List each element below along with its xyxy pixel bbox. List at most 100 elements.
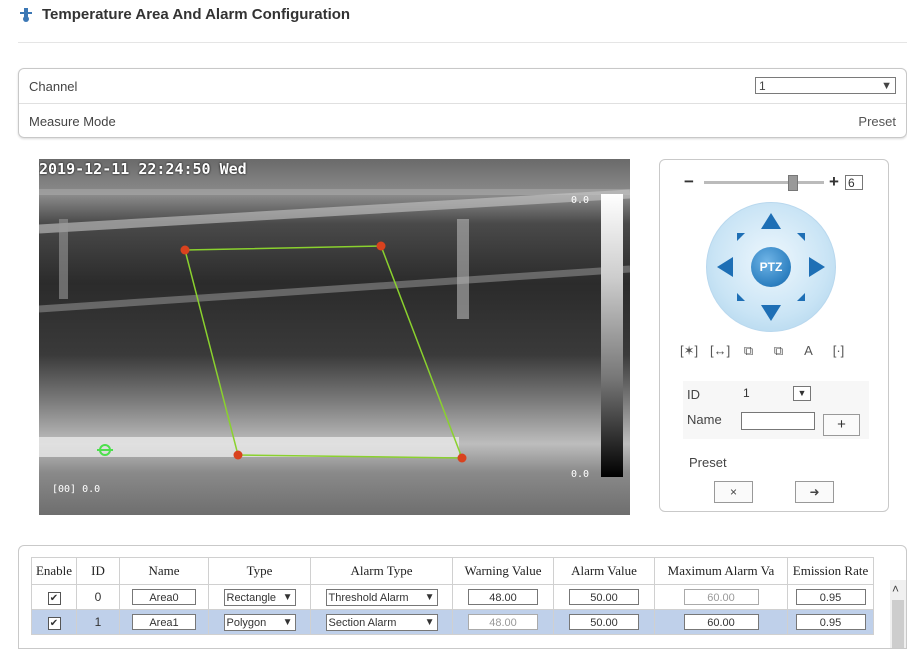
chevron-down-icon: ▼: [282, 591, 293, 603]
chevron-down-icon: ▼: [881, 80, 892, 92]
preset-id-box: ID 1 ▼ Name +: [683, 381, 869, 439]
chevron-down-icon: ▼: [424, 591, 435, 603]
thermal-video-view[interactable]: 2019-12-11 22:24:50 Wed 0.0 0.0 [00] 0.0: [39, 159, 630, 515]
ptz-down-arrow-icon[interactable]: [761, 305, 781, 321]
table-row[interactable]: ✔ 0 Area0 Rectangle ▼ Threshold Alarm ▼ 48…: [31, 584, 874, 610]
warning-value-input[interactable]: 48.00: [468, 614, 538, 630]
add-preset-button[interactable]: +: [823, 414, 860, 436]
goto-preset-button[interactable]: ➜: [795, 481, 834, 503]
column-header-max-alarm-value: Maximum Alarm Va: [654, 557, 788, 585]
row-id: 1: [76, 609, 120, 635]
area-type-select[interactable]: Rectangle ▼: [223, 588, 296, 606]
alarm-type-value: Threshold Alarm: [328, 591, 409, 604]
table-row[interactable]: ✔ 1 Area1 Polygon ▼ Section Alarm ▼ 48.00 …: [31, 609, 874, 635]
zoom-out-button[interactable]: −: [684, 172, 694, 192]
scroll-up-icon[interactable]: ˄: [892, 582, 899, 596]
zoom-control: − + 6: [684, 172, 864, 192]
scale-top-value: 0.0: [571, 195, 590, 206]
measure-mode-value: Preset: [858, 113, 896, 129]
ptz-control-panel: − + 6 PTZ [✶] [↔] ⧉ ⧉ A [·] ID 1 ▼ Name …: [659, 159, 889, 512]
config-panel: Channel 1 ▼ Measure Mode Preset: [18, 68, 907, 138]
scale-bottom-value: 0.0: [571, 469, 590, 480]
alarm-type-select[interactable]: Threshold Alarm ▼: [325, 588, 438, 606]
ptz-direction-pad: PTZ: [706, 202, 836, 332]
ptz-up-left-arrow-icon[interactable]: [737, 233, 745, 241]
header-divider: [18, 42, 907, 43]
ptz-up-right-arrow-icon[interactable]: [797, 233, 805, 241]
auto-focus-icon[interactable]: A: [800, 343, 817, 359]
column-header-alarm-type: Alarm Type: [310, 557, 453, 585]
channel-row: Channel 1 ▼: [19, 69, 906, 104]
column-header-emission-rate: Emission Rate: [787, 557, 874, 585]
iris-close-icon[interactable]: ⧉: [770, 343, 787, 359]
ptz-center-button[interactable]: PTZ: [751, 247, 791, 287]
enable-checkbox[interactable]: ✔: [47, 616, 61, 630]
column-header-enable: Enable: [31, 557, 77, 585]
zoom-step-input[interactable]: 6: [845, 175, 863, 190]
delete-preset-button[interactable]: ×: [714, 481, 753, 503]
zoom-slider-handle[interactable]: [788, 175, 798, 191]
id-label: ID: [687, 387, 700, 402]
ptz-left-arrow-icon[interactable]: [717, 257, 733, 277]
one-push-focus-icon[interactable]: [·]: [830, 343, 847, 359]
focus-far-icon[interactable]: [↔]: [710, 343, 730, 359]
max-alarm-value-input[interactable]: 60.00: [683, 614, 759, 630]
iris-open-icon[interactable]: ⧉: [740, 343, 757, 359]
chevron-down-icon: ▼: [424, 616, 435, 628]
polygon-vertex[interactable]: [180, 245, 190, 255]
ptz-down-left-arrow-icon[interactable]: [737, 293, 745, 301]
measure-area-polygon[interactable]: [184, 245, 464, 459]
preset-id-select[interactable]: 1 ▼: [743, 386, 811, 401]
row-id: 0: [76, 584, 120, 610]
column-header-name: Name: [119, 557, 209, 585]
measure-mode-row: Measure Mode Preset: [19, 104, 906, 138]
polygon-vertex[interactable]: [233, 450, 243, 460]
area-temperature-readout: [00] 0.0: [52, 484, 101, 495]
polygon-vertex[interactable]: [457, 453, 467, 463]
video-timestamp: 2019-12-11 22:24:50 Wed: [39, 160, 247, 178]
area-type-select[interactable]: Polygon ▼: [223, 613, 296, 631]
alarm-type-select[interactable]: Section Alarm ▼: [325, 613, 438, 631]
channel-select[interactable]: 1 ▼: [755, 77, 896, 94]
preset-name-input[interactable]: [741, 412, 815, 430]
name-label: Name: [687, 412, 722, 427]
preset-id-value: 1: [743, 386, 750, 400]
area-name-input[interactable]: Area1: [132, 614, 196, 630]
chevron-down-icon: ▼: [282, 616, 293, 628]
column-header-warning-value: Warning Value: [452, 557, 554, 585]
alarm-value-input[interactable]: 50.00: [569, 589, 639, 605]
focus-near-icon[interactable]: [✶]: [680, 343, 698, 359]
video-overlay: [39, 189, 630, 463]
table-scrollbar[interactable]: ˄: [890, 580, 906, 648]
max-alarm-value-input[interactable]: 60.00: [683, 589, 759, 605]
alarm-value-input[interactable]: 50.00: [569, 614, 639, 630]
zoom-in-button[interactable]: +: [829, 172, 839, 192]
area-type-value: Rectangle: [226, 591, 277, 604]
chevron-down-icon: ▼: [793, 386, 811, 401]
area-name-input[interactable]: Area0: [132, 589, 196, 605]
column-header-type: Type: [208, 557, 311, 585]
ptz-down-right-arrow-icon[interactable]: [797, 293, 805, 301]
measure-mode-label: Measure Mode: [29, 113, 116, 129]
alarm-type-value: Section Alarm: [328, 616, 397, 629]
enable-checkbox[interactable]: ✔: [47, 591, 61, 605]
ptz-up-arrow-icon[interactable]: [761, 213, 781, 229]
thermometer-icon: [20, 7, 32, 22]
zoom-slider[interactable]: [704, 181, 824, 184]
polygon-vertex[interactable]: [376, 241, 386, 251]
area-type-value: Polygon: [226, 616, 267, 629]
area-config-table-panel: Enable ID Name Type Alarm Type Warning V…: [18, 545, 907, 649]
emission-rate-input[interactable]: 0.95: [795, 614, 866, 630]
ptz-right-arrow-icon[interactable]: [809, 257, 825, 277]
page-header: Temperature Area And Alarm Configuration: [18, 6, 350, 23]
area-config-table: Enable ID Name Type Alarm Type Warning V…: [31, 557, 874, 635]
channel-label: Channel: [29, 78, 78, 94]
warning-value-input[interactable]: 48.00: [468, 589, 538, 605]
scrollbar-thumb[interactable]: [892, 600, 904, 648]
column-header-alarm-value: Alarm Value: [553, 557, 655, 585]
preset-label: Preset: [689, 455, 727, 470]
column-header-id: ID: [76, 557, 120, 585]
page-title: Temperature Area And Alarm Configuration: [42, 6, 351, 23]
emission-rate-input[interactable]: 0.95: [795, 589, 866, 605]
channel-value: 1: [759, 79, 766, 93]
